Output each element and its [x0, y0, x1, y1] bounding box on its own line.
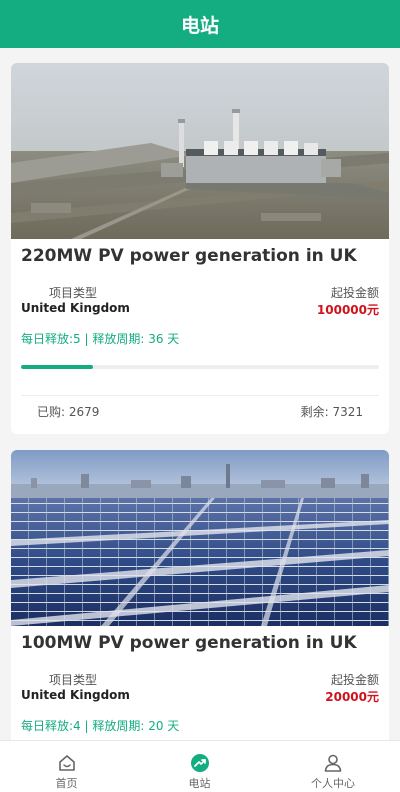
tab-profile[interactable]: 个人中心	[266, 741, 400, 792]
power-plant-image	[11, 63, 389, 239]
min-investment-value: 100000元	[316, 303, 379, 317]
project-type-value: United Kingdom	[21, 301, 130, 315]
min-investment-value: 20000元	[325, 690, 379, 704]
release-info: 每日释放:4 | 释放周期: 20 天	[21, 719, 180, 733]
tab-station[interactable]: 电站	[133, 741, 266, 792]
purchased-count: 已购: 2679	[37, 405, 100, 419]
station-card[interactable]: 220MW PV power generation in UK 项目类型 Uni…	[11, 63, 389, 434]
project-type-label: 项目类型	[49, 286, 98, 300]
bottom-tab-bar: 首页 电站 个人中心	[0, 740, 400, 792]
tab-home-label: 首页	[55, 777, 78, 790]
project-type-value: United Kingdom	[21, 688, 130, 702]
solar-farm-image	[11, 450, 389, 626]
progress-fill	[21, 365, 93, 369]
project-type-label: 项目类型	[49, 673, 98, 687]
header-bar: 电站	[0, 0, 400, 48]
trend-icon	[190, 754, 209, 772]
user-icon	[324, 754, 342, 772]
tab-home[interactable]: 首页	[0, 741, 133, 792]
progress-bar	[21, 365, 379, 369]
home-icon	[58, 755, 75, 771]
divider	[21, 395, 379, 396]
station-title: 100MW PV power generation in UK	[21, 633, 357, 653]
release-info: 每日释放:5 | 释放周期: 36 天	[21, 332, 180, 346]
station-title: 220MW PV power generation in UK	[21, 246, 357, 266]
remaining-count: 剩余: 7321	[300, 405, 363, 419]
tab-station-label: 电站	[188, 777, 211, 790]
min-investment-label: 起投金额	[330, 286, 379, 300]
station-card[interactable]: 100MW PV power generation in UK 项目类型 Uni…	[11, 450, 389, 740]
station-list[interactable]: 220MW PV power generation in UK 项目类型 Uni…	[0, 48, 400, 740]
min-investment-label: 起投金额	[330, 673, 379, 687]
tab-profile-label: 个人中心	[311, 777, 355, 790]
page-title: 电站	[180, 14, 219, 37]
